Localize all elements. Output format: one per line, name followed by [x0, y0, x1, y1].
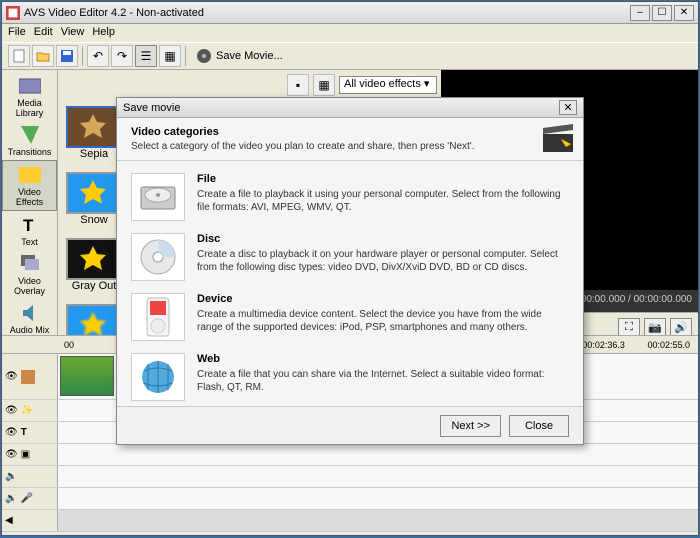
clapboard-icon [543, 124, 573, 154]
category-desc: Create a multimedia device content. Sele… [197, 308, 569, 334]
category-disc[interactable]: Disc Create a disc to playback it on your… [131, 227, 569, 287]
category-title: Web [197, 353, 220, 365]
next-button[interactable]: Next >> [440, 415, 501, 437]
dialog-header-title: Video categories [131, 126, 219, 138]
dialog-header: Video categories Select a category of th… [117, 118, 583, 161]
save-movie-dialog: Save movie ✕ Video categories Select a c… [116, 97, 584, 445]
hdd-icon [131, 173, 185, 221]
category-title: Disc [197, 233, 220, 245]
category-desc: Create a file that you can share via the… [197, 368, 569, 394]
dialog-title: Save movie [123, 102, 180, 114]
modal-overlay: Save movie ✕ Video categories Select a c… [0, 1, 700, 538]
category-title: Device [197, 293, 232, 305]
device-icon [131, 293, 185, 341]
dialog-body: File Create a file to playback it using y… [117, 161, 583, 406]
category-desc: Create a file to playback it using your … [197, 188, 569, 214]
close-button[interactable]: Close [509, 415, 569, 437]
globe-icon [131, 353, 185, 401]
category-web[interactable]: Web Create a file that you can share via … [131, 347, 569, 406]
dialog-footer: Next >> Close [117, 406, 583, 444]
dialog-header-desc: Select a category of the video you plan … [131, 141, 569, 152]
disc-icon [131, 233, 185, 281]
category-file[interactable]: File Create a file to playback it using y… [131, 167, 569, 227]
category-device[interactable]: Device Create a multimedia device content… [131, 287, 569, 347]
category-desc: Create a disc to playback it on your har… [197, 248, 569, 274]
category-title: File [197, 173, 216, 185]
dialog-close-button[interactable]: ✕ [559, 100, 577, 115]
dialog-titlebar: Save movie ✕ [117, 98, 583, 118]
